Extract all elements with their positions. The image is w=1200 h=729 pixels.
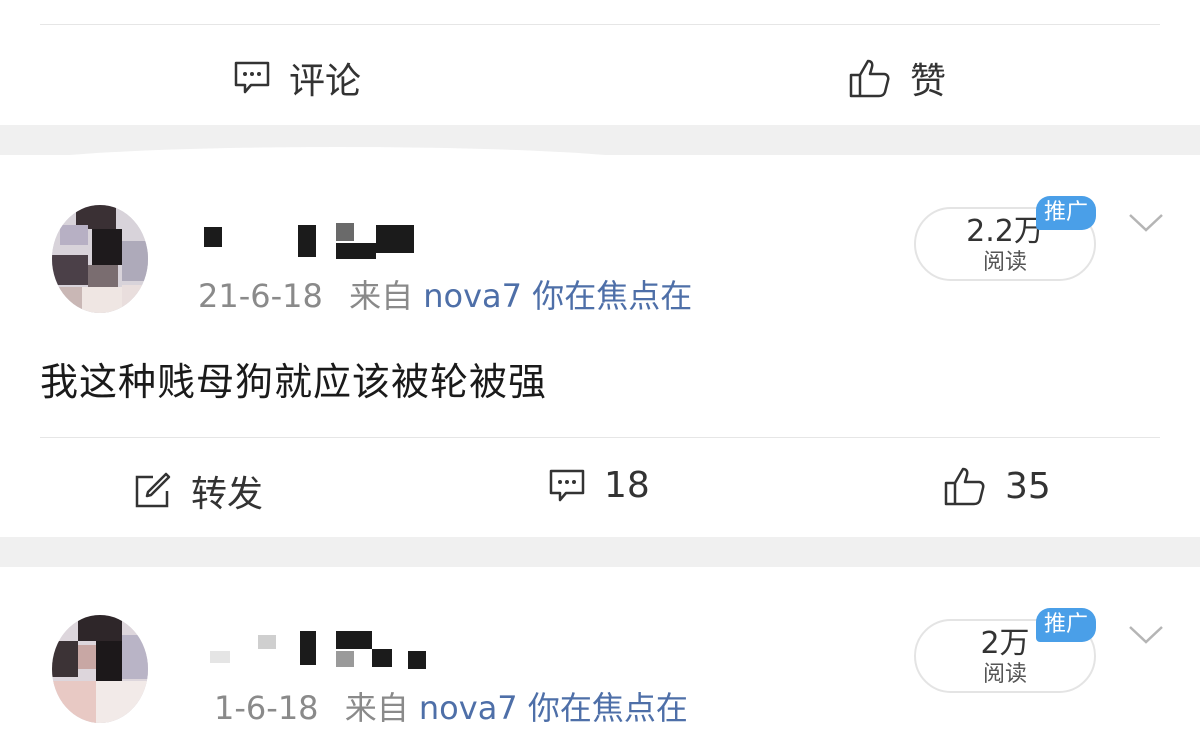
feed-separator bbox=[0, 537, 1200, 567]
post-from: 来自 bbox=[344, 689, 409, 727]
username[interactable] bbox=[200, 629, 440, 671]
post-source[interactable]: nova7 你在焦点在 bbox=[419, 689, 688, 727]
like-button[interactable]: 赞 bbox=[848, 52, 946, 104]
chevron-down-icon[interactable] bbox=[1128, 625, 1164, 649]
post-meta: 1-6-18 来自 nova7 你在焦点在 bbox=[214, 683, 688, 729]
promo-badge: 推广 bbox=[1036, 608, 1096, 642]
comment-count: 18 bbox=[604, 465, 650, 506]
promo-badge: 推广 bbox=[1036, 196, 1096, 230]
comment-label: 评论 bbox=[289, 61, 362, 102]
post-from: 来自 bbox=[349, 277, 414, 315]
avatar[interactable] bbox=[52, 615, 148, 723]
avatar[interactable] bbox=[52, 205, 148, 313]
comment-button[interactable]: 评论 bbox=[233, 52, 361, 104]
post-source[interactable]: nova7 你在焦点在 bbox=[423, 277, 692, 315]
divider bbox=[40, 24, 1160, 25]
like-icon bbox=[943, 465, 987, 507]
post-card[interactable]: 1-6-18 来自 nova7 你在焦点在 2万 阅读 推广 bbox=[0, 567, 1200, 727]
comment-icon bbox=[548, 468, 586, 504]
read-label: 阅读 bbox=[982, 250, 1027, 275]
repost-icon bbox=[133, 472, 173, 510]
divider bbox=[40, 437, 1160, 438]
repost-button[interactable]: 转发 bbox=[133, 465, 263, 517]
post-date: 1-6-18 bbox=[214, 689, 319, 727]
post-card[interactable]: 21-6-18 来自 nova7 你在焦点在 2.2万 阅读 推广 我这种贱母狗… bbox=[0, 155, 1200, 537]
like-count: 35 bbox=[1005, 465, 1051, 507]
comment-button[interactable]: 18 bbox=[548, 465, 650, 506]
post-date: 21-6-18 bbox=[198, 277, 323, 315]
comment-icon bbox=[233, 60, 271, 96]
read-label: 阅读 bbox=[982, 662, 1027, 687]
like-icon bbox=[848, 57, 892, 99]
post-content: 我这种贱母狗就应该被轮被强 bbox=[40, 360, 548, 404]
previous-post-card: 评论 赞 bbox=[0, 0, 1200, 125]
like-label: 赞 bbox=[910, 61, 947, 102]
repost-label: 转发 bbox=[191, 474, 264, 515]
post-meta: 21-6-18 来自 nova7 你在焦点在 bbox=[198, 271, 692, 317]
chevron-down-icon[interactable] bbox=[1128, 213, 1164, 237]
like-button[interactable]: 35 bbox=[943, 465, 1051, 507]
username[interactable] bbox=[200, 219, 440, 259]
